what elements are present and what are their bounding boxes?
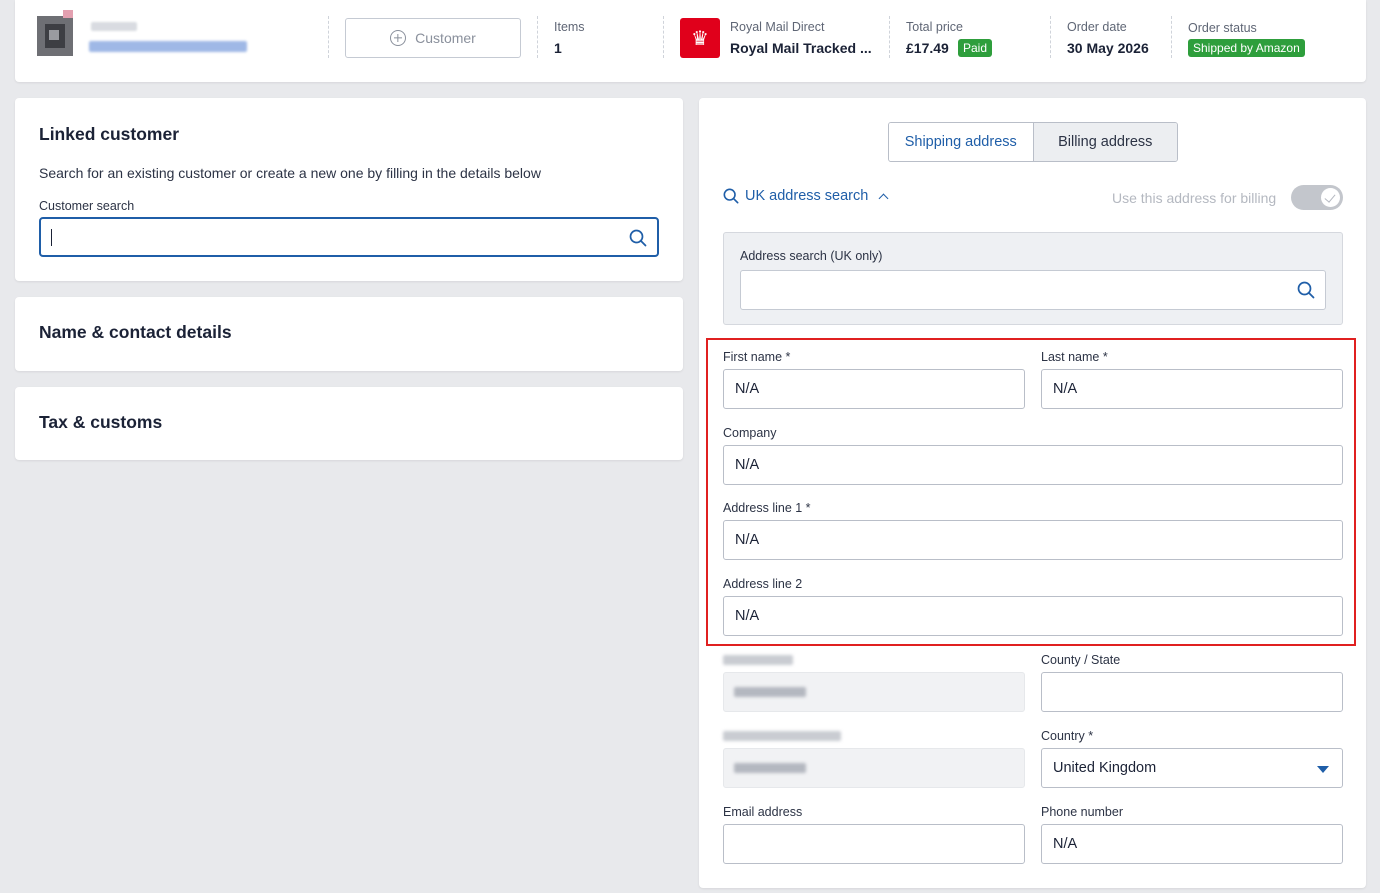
order-date-label: Order date xyxy=(1067,20,1127,34)
redacted-field[interactable] xyxy=(723,672,1025,712)
redacted-field[interactable] xyxy=(723,748,1025,788)
phone-field[interactable]: N/A xyxy=(1041,824,1343,864)
add-customer-button[interactable]: Customer xyxy=(345,18,521,58)
add-customer-label: Customer xyxy=(415,30,476,46)
paid-badge: Paid xyxy=(958,39,993,57)
total-price-label: Total price xyxy=(906,20,963,34)
address-search-panel: Address search (UK only) xyxy=(723,232,1343,325)
divider xyxy=(663,16,664,58)
name-contact-section[interactable]: Name & contact details xyxy=(15,297,683,371)
first-name-field[interactable]: N/A xyxy=(723,369,1025,409)
address-tabs: Shipping address Billing address xyxy=(888,122,1178,162)
items-value: 1 xyxy=(554,40,562,56)
carrier-label: Royal Mail Direct xyxy=(730,20,825,34)
uk-address-search-label: UK address search xyxy=(745,188,869,204)
order-header: Customer Items 1 ♛ Royal Mail Direct Roy… xyxy=(15,0,1366,82)
divider xyxy=(537,16,538,58)
email-field[interactable] xyxy=(723,824,1025,864)
customer-search-input[interactable] xyxy=(39,217,659,257)
use-for-billing-toggle[interactable] xyxy=(1291,185,1343,210)
carrier-service: Royal Mail Tracked ... xyxy=(730,40,872,56)
company-label: Company xyxy=(723,426,777,440)
address-line-2-field[interactable]: N/A xyxy=(723,596,1343,636)
royal-mail-logo-icon: ♛ xyxy=(680,18,720,58)
phone-label: Phone number xyxy=(1041,805,1124,819)
linked-customer-description: Search for an existing customer or creat… xyxy=(39,165,541,181)
use-for-billing-label: Use this address for billing xyxy=(1112,190,1277,206)
address-card: Shipping address Billing address UK addr… xyxy=(699,98,1366,888)
country-selected-value: United Kingdom xyxy=(1053,760,1157,776)
linked-customer-card: Linked customer Search for an existing c… xyxy=(15,98,683,281)
first-name-label: First name * xyxy=(723,350,791,364)
check-icon xyxy=(1321,188,1340,207)
email-label: Email address xyxy=(723,805,803,819)
search-icon[interactable] xyxy=(629,229,647,247)
last-name-field[interactable]: N/A xyxy=(1041,369,1343,409)
items-label: Items xyxy=(554,20,585,34)
address-search-input[interactable] xyxy=(740,270,1326,310)
linked-customer-title: Linked customer xyxy=(39,124,180,144)
tab-shipping-address[interactable]: Shipping address xyxy=(889,123,1033,161)
redacted-label xyxy=(723,655,793,665)
redacted-label xyxy=(723,731,841,741)
plus-circle-icon xyxy=(390,30,407,46)
county-state-field[interactable] xyxy=(1041,672,1343,712)
search-icon[interactable] xyxy=(1297,281,1315,299)
order-status-badge: Shipped by Amazon xyxy=(1188,39,1305,57)
tab-billing-address[interactable]: Billing address xyxy=(1032,123,1177,161)
redacted-link[interactable] xyxy=(89,41,247,52)
country-select[interactable]: United Kingdom xyxy=(1041,748,1343,788)
text-caret xyxy=(51,229,52,246)
tax-customs-section[interactable]: Tax & customs xyxy=(15,387,683,460)
order-status-label: Order status xyxy=(1188,21,1257,35)
country-label: Country * xyxy=(1041,729,1094,743)
search-icon xyxy=(723,188,739,204)
last-name-label: Last name * xyxy=(1041,350,1108,364)
divider xyxy=(1171,16,1172,58)
tax-customs-title: Tax & customs xyxy=(39,412,163,432)
uk-address-search-toggle[interactable]: UK address search xyxy=(723,188,889,204)
divider xyxy=(328,16,329,58)
total-price-value: £17.49 xyxy=(906,40,949,56)
divider xyxy=(1050,16,1051,58)
divider xyxy=(889,16,890,58)
name-contact-title: Name & contact details xyxy=(39,322,232,342)
chevron-up-icon xyxy=(878,193,889,203)
caret-down-icon xyxy=(1317,766,1329,773)
address-line-1-label: Address line 1 * xyxy=(723,501,811,515)
address-line-2-label: Address line 2 xyxy=(723,577,803,591)
address-line-1-field[interactable]: N/A xyxy=(723,520,1343,560)
redacted-text xyxy=(91,22,137,31)
customer-search-label: Customer search xyxy=(39,199,135,213)
address-search-label: Address search (UK only) xyxy=(740,249,883,263)
company-field[interactable]: N/A xyxy=(723,445,1343,485)
county-state-label: County / State xyxy=(1041,653,1121,667)
product-thumbnail xyxy=(37,10,73,56)
order-date-value: 30 May 2026 xyxy=(1067,40,1149,56)
